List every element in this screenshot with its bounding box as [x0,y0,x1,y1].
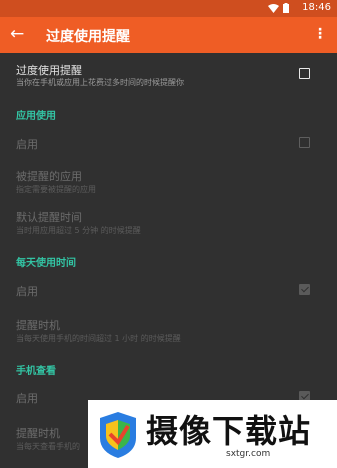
setting-summary: 当时用应用超过 5 分钟 的时候提醒 [16,226,141,235]
setting-daily-usage-enable[interactable]: 启用 [0,271,337,309]
wifi-icon [268,3,279,13]
setting-title: 启用 [16,285,38,298]
more-vert-icon[interactable]: ⋮ [313,26,327,42]
setting-summary: 指定需要被提醒的应用 [16,185,96,194]
setting-title: 启用 [16,392,38,405]
overuse-reminder-checkbox[interactable] [299,68,310,79]
watermark-text: 摄像下载站 [146,412,312,450]
setting-default-reminder-time[interactable]: 默认提醒时间 当时用应用超过 5 分钟 的时候提醒 [0,203,337,243]
setting-title: 提醒时机 [16,427,60,440]
setting-title: 默认提醒时间 [16,211,82,224]
daily-usage-enable-checkbox[interactable] [299,284,310,295]
setting-overuse-reminder[interactable]: 过度使用提醒 当你在手机或应用上花费过多时间的时候提醒你 [0,53,337,97]
status-time: 18:46 [302,2,331,13]
setting-title: 被提醒的应用 [16,170,82,183]
setting-summary: 当每天查看手机的 [16,442,80,451]
status-bar: 18:46 [0,0,337,17]
setting-title: 过度使用提醒 [16,64,82,77]
app-bar: ← 过度使用提醒 ⋮ [0,17,337,53]
watermark-logo-icon [100,412,136,458]
setting-daily-reminder-timing[interactable]: 提醒时机 当每天使用手机的时间超过 1 小时 的时候提醒 [0,309,337,349]
setting-title: 启用 [16,138,38,151]
section-header-app-usage: 应用使用 [16,111,56,122]
setting-summary: 当每天使用手机的时间超过 1 小时 的时候提醒 [16,334,181,343]
setting-title: 提醒时机 [16,319,60,332]
watermark: 摄像下载站 sxtgr.com [88,400,337,468]
arrow-left-icon[interactable]: ← [10,25,24,43]
battery-icon [283,3,289,13]
setting-app-usage-enable[interactable]: 启用 [0,123,337,161]
section-header-phone-checks: 手机查看 [16,366,56,377]
setting-summary: 当你在手机或应用上花费过多时间的时候提醒你 [16,78,184,87]
section-header-daily-usage: 每天使用时间 [16,258,76,269]
watermark-url: sxtgr.com [226,449,271,459]
app-usage-enable-checkbox[interactable] [299,137,310,148]
page-title: 过度使用提醒 [46,29,130,45]
setting-reminded-apps[interactable]: 被提醒的应用 指定需要被提醒的应用 [0,161,337,201]
